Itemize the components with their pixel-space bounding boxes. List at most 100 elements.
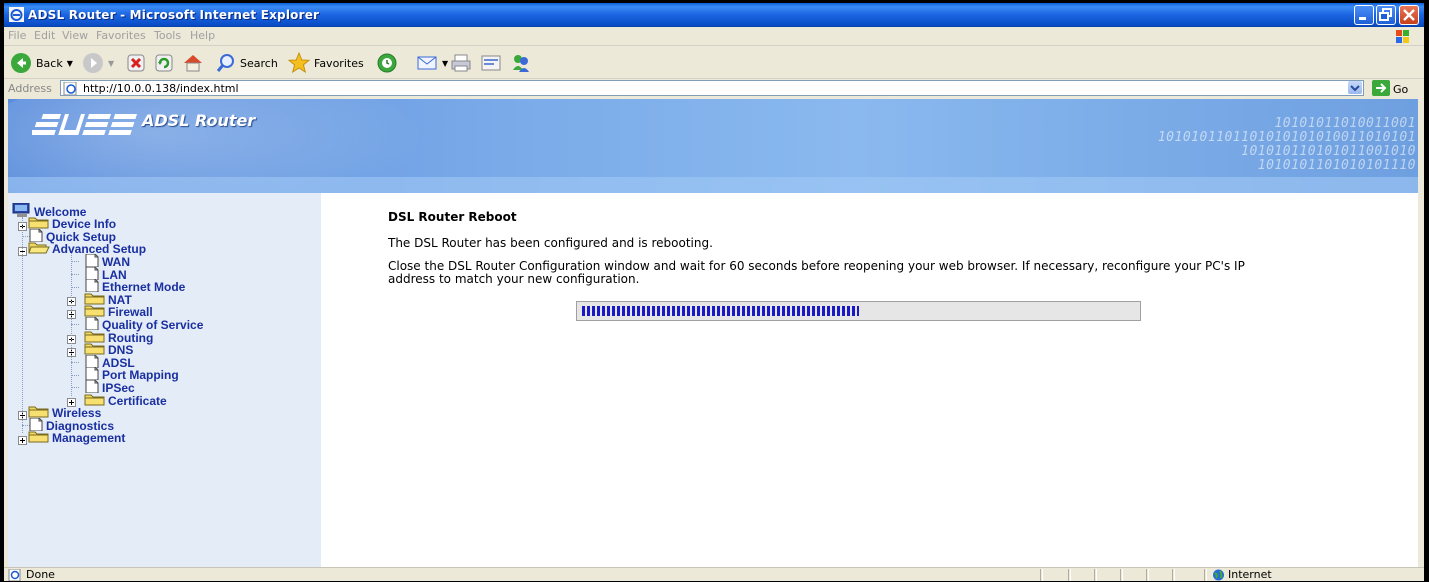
reboot-message: The DSL Router has been configured and i… [388, 236, 713, 250]
binary-line: 10101011010011001 [1274, 116, 1416, 131]
maximize-button[interactable] [1376, 5, 1396, 25]
nav-item-label: IPSec [102, 380, 135, 395]
toolbar: Back ▼ ▼ Search Favorites ▼ [4, 46, 1424, 79]
status-text: Done [26, 568, 55, 581]
status-divider [1146, 569, 1149, 581]
nav-item-label: Port Mapping [102, 368, 179, 383]
page-content: ADSL Router 10101011010011001 1010101101… [8, 99, 1418, 567]
tree-connector [71, 387, 79, 389]
menu-help[interactable]: Help [190, 29, 215, 42]
nav-item-label: Device Info [52, 217, 117, 232]
status-divider [1068, 569, 1071, 581]
stop-icon [126, 53, 146, 73]
mail-button[interactable]: ▼ [416, 52, 448, 74]
back-button[interactable]: Back ▼ [10, 52, 73, 74]
messenger-button[interactable] [510, 52, 532, 74]
title-bar[interactable]: ADSL Router - Microsoft Internet Explore… [4, 3, 1424, 27]
favorites-star-icon [288, 52, 310, 74]
tree-connector [71, 362, 79, 364]
menu-file[interactable]: File [8, 29, 26, 42]
banner-stripe [8, 177, 1418, 193]
nav-item-label: DNS [108, 343, 134, 358]
stop-button[interactable] [126, 52, 146, 74]
forward-dropdown-icon[interactable]: ▼ [108, 59, 114, 68]
go-label: Go [1393, 83, 1409, 96]
menu-tools[interactable]: Tools [154, 29, 181, 42]
printer-icon [450, 53, 472, 73]
menu-edit[interactable]: Edit [34, 29, 55, 42]
close-button[interactable] [1399, 5, 1419, 25]
binary-line: 101010110101011001010 [1241, 144, 1416, 159]
back-label: Back [36, 56, 63, 70]
home-icon [182, 53, 204, 73]
nav-item-label: Quality of Service [102, 317, 204, 332]
nav-item-label: Routing [108, 330, 154, 345]
address-dropdown-button[interactable] [1348, 81, 1362, 94]
search-label: Search [240, 56, 278, 70]
nav-item-label: NAT [108, 292, 132, 307]
forward-arrow-icon [82, 52, 104, 74]
home-button[interactable] [182, 52, 204, 74]
security-zone: Internet [1228, 568, 1272, 581]
banner-subtitle: ADSL Router [142, 111, 256, 130]
browser-window: ADSL Router - Microsoft Internet Explore… [4, 3, 1424, 581]
binary-line: 1010101101010101110 [1257, 158, 1416, 173]
nav-item-label: Wireless [52, 406, 102, 421]
nav-item-certificate[interactable]: Certificate [84, 394, 167, 407]
nav-item-label: Management [52, 431, 126, 446]
search-icon [216, 53, 236, 73]
binary-line: 1010101101101010101010011010101 [1157, 130, 1416, 145]
nav-item-label: WAN [102, 254, 130, 269]
back-arrow-icon [10, 52, 32, 74]
go-button[interactable]: Go [1372, 80, 1408, 99]
menu-view[interactable]: View [62, 29, 88, 42]
nav-item-label: LAN [102, 267, 127, 282]
mail-dropdown-icon[interactable]: ▼ [442, 59, 448, 68]
nav-sidebar: Welcome Device Info Quick Setup Advanced Se… [8, 193, 321, 567]
tree-connector [22, 217, 23, 434]
nav-item-label: Diagnostics [46, 418, 115, 433]
banner-binary-pattern: 10101011010011001 1010101101101010101010… [1158, 117, 1416, 173]
router-banner: ADSL Router 10101011010011001 1010101101… [8, 99, 1418, 193]
forward-button[interactable]: ▼ [82, 52, 114, 74]
page-title: DSL Router Reboot [388, 210, 517, 224]
search-button[interactable]: Search [216, 52, 278, 74]
expand-toggle-icon[interactable] [18, 434, 27, 448]
go-arrow-icon [1372, 80, 1390, 99]
history-button[interactable] [376, 52, 398, 74]
ie-icon [9, 7, 24, 22]
progress-fill [582, 306, 859, 316]
internet-globe-icon [1212, 569, 1225, 581]
nav-item-label: Firewall [108, 305, 153, 320]
status-bar: Done Internet [4, 567, 1424, 581]
menu-favorites[interactable]: Favorites [96, 29, 146, 42]
favorites-button[interactable]: Favorites [288, 52, 364, 74]
menu-bar: File Edit View Favorites Tools Help [4, 27, 1424, 46]
address-label: Address [8, 82, 52, 95]
back-dropdown-icon[interactable]: ▼ [67, 59, 73, 68]
address-bar: Address http://10.0.0.138/index.html Go [4, 79, 1424, 98]
window-title: ADSL Router - Microsoft Internet Explore… [28, 8, 320, 22]
tree-connector [71, 374, 79, 376]
page-icon [63, 81, 79, 98]
favorites-label: Favorites [314, 56, 364, 70]
print-button[interactable] [450, 52, 472, 74]
nav-item-label: Ethernet Mode [102, 280, 186, 295]
reboot-progress-bar [576, 301, 1141, 321]
folder-icon [28, 430, 50, 446]
refresh-icon [154, 53, 174, 73]
edit-button[interactable] [480, 52, 502, 74]
status-divider [1204, 569, 1207, 581]
main-panel: DSL Router Reboot The DSL Router has bee… [321, 193, 1418, 567]
tree-connector [71, 274, 79, 275]
status-divider [1172, 569, 1175, 581]
tree-connector [71, 324, 79, 326]
status-divider [1094, 569, 1097, 581]
minimize-button[interactable] [1354, 5, 1374, 25]
page-done-icon [8, 568, 22, 581]
edit-page-icon [480, 53, 502, 73]
address-input[interactable]: http://10.0.0.138/index.html [60, 80, 1364, 96]
refresh-button[interactable] [154, 52, 174, 74]
asus-logo [28, 111, 140, 141]
nav-item-management[interactable]: Management [28, 430, 126, 446]
